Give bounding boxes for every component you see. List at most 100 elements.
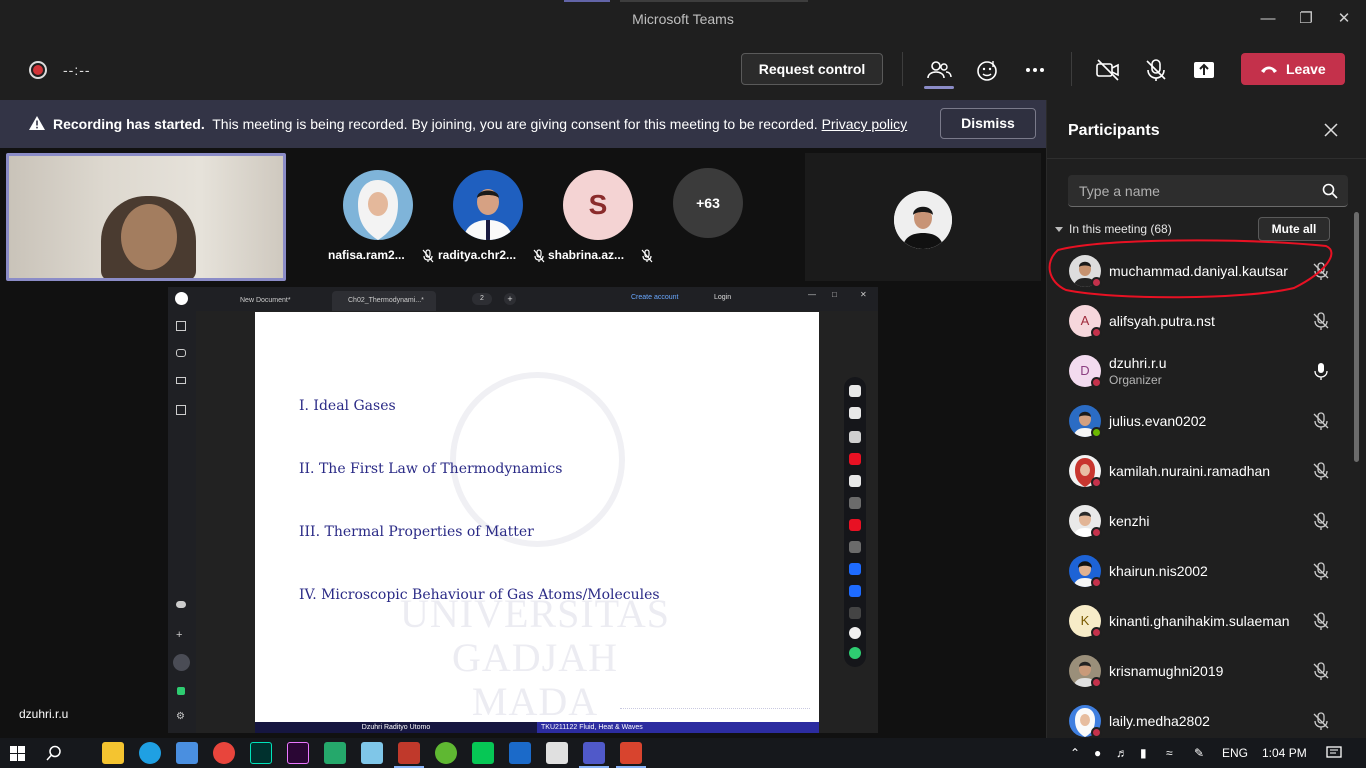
panel-scrollbar[interactable] xyxy=(1354,212,1359,462)
wifi-icon[interactable]: ≈ xyxy=(1166,746,1173,760)
more-options-icon[interactable] xyxy=(1021,56,1049,84)
chevron-up-icon[interactable]: ⌃ xyxy=(1070,746,1080,760)
participants-icon[interactable] xyxy=(925,56,953,84)
cloud-icon[interactable] xyxy=(176,601,186,608)
settings-icon[interactable]: ⚙ xyxy=(176,711,185,722)
close-window-icon[interactable]: ✕ xyxy=(1332,8,1356,30)
language-indicator[interactable]: ENG xyxy=(1222,746,1248,760)
page-indicator[interactable]: 2 xyxy=(472,293,492,305)
windows-start-icon[interactable] xyxy=(10,746,25,761)
overflow-participants[interactable]: +63 xyxy=(658,168,758,238)
participant-row[interactable]: kamilah.nuraini.ramadhan xyxy=(1047,447,1352,497)
toolbar-toggle-icon[interactable] xyxy=(849,647,861,659)
upwork-icon[interactable] xyxy=(435,742,457,764)
app-icon[interactable] xyxy=(620,742,642,764)
red-highlighter-icon[interactable] xyxy=(849,519,861,531)
share-screen-icon[interactable] xyxy=(1190,56,1218,84)
participant-row[interactable]: khairun.nis2002 xyxy=(1047,547,1352,597)
select-tool-icon[interactable] xyxy=(849,407,861,419)
app-icon[interactable] xyxy=(398,742,420,764)
teams-icon[interactable] xyxy=(583,742,605,764)
keyboard-icon[interactable] xyxy=(176,377,186,384)
participant-row[interactable]: D dzuhri.r.u Organizer xyxy=(1047,347,1352,397)
raise-hand-icon[interactable] xyxy=(973,56,1001,84)
title-accent-secondary xyxy=(620,0,808,2)
footer-author: Dzuhri Radityo Utomo xyxy=(255,722,537,733)
restore-icon[interactable]: ❐ xyxy=(1294,8,1318,30)
self-video-tile[interactable] xyxy=(6,153,286,281)
tab-thermodynamics[interactable]: Ch02_Thermodynami...* xyxy=(332,291,436,311)
lasso-icon[interactable] xyxy=(849,607,861,619)
app-minimize-icon[interactable]: — xyxy=(808,290,816,299)
app-restore-icon[interactable]: □ xyxy=(832,290,837,299)
premiere-icon[interactable] xyxy=(287,742,309,764)
search-input[interactable] xyxy=(1079,181,1309,201)
participant-row[interactable]: A alifsyah.putra.nst xyxy=(1047,297,1352,347)
hand-tool-icon[interactable] xyxy=(849,385,861,397)
red-pen-icon[interactable] xyxy=(849,453,861,465)
pages-icon[interactable] xyxy=(176,321,186,331)
app-icon[interactable] xyxy=(546,742,568,764)
store-icon[interactable] xyxy=(176,742,198,764)
beamer-nav-controls[interactable] xyxy=(620,708,810,714)
leave-button[interactable]: Leave xyxy=(1241,53,1345,85)
sync-icon[interactable] xyxy=(173,654,190,671)
participant-tile-large[interactable] xyxy=(805,153,1041,281)
participant-row[interactable]: krisnamughni2019 xyxy=(1047,647,1352,697)
mic-off-icon[interactable] xyxy=(1142,56,1170,84)
eraser-icon[interactable] xyxy=(849,475,861,487)
participant-row[interactable]: K kinanti.ghanihakim.sulaeman xyxy=(1047,597,1352,647)
mic-tray-icon[interactable]: ● xyxy=(1094,746,1101,760)
edge-icon[interactable] xyxy=(139,742,161,764)
create-account-link[interactable]: Create account xyxy=(631,294,678,301)
add-icon[interactable]: + xyxy=(176,629,182,641)
blue-pen-icon[interactable] xyxy=(849,563,861,575)
participant-search[interactable] xyxy=(1068,175,1348,207)
trash-icon[interactable] xyxy=(177,687,185,695)
app-icon[interactable] xyxy=(324,742,346,764)
notes-icon[interactable] xyxy=(361,742,383,764)
camera-off-icon[interactable] xyxy=(1094,56,1122,84)
search-icon[interactable] xyxy=(46,745,62,761)
participant-row[interactable]: kenzhi xyxy=(1047,497,1352,547)
app-icon[interactable] xyxy=(509,742,531,764)
search-icon[interactable] xyxy=(1322,183,1338,199)
recording-banner: Recording has started. This meeting is b… xyxy=(0,100,1046,148)
pen-tool-icon[interactable] xyxy=(849,431,861,443)
binoculars-icon[interactable] xyxy=(176,349,186,357)
color-picker-icon[interactable] xyxy=(849,627,861,639)
audition-icon[interactable] xyxy=(250,742,272,764)
request-control-button[interactable]: Request control xyxy=(741,53,883,85)
notifications-icon[interactable] xyxy=(1326,746,1342,760)
battery-icon[interactable]: ▮ xyxy=(1140,746,1147,760)
add-tab-icon[interactable]: + xyxy=(504,293,516,305)
participant-name: dzuhri.r.u xyxy=(1109,355,1167,371)
pencil-icon[interactable] xyxy=(849,497,861,509)
tab-new-document[interactable]: New Document* xyxy=(224,291,328,311)
participant-tile[interactable]: S shabrina.az... xyxy=(548,170,653,263)
privacy-policy-link[interactable]: Privacy policy xyxy=(822,116,908,132)
save-icon[interactable] xyxy=(176,405,186,415)
file-explorer-icon[interactable] xyxy=(102,742,124,764)
blue-highlighter-icon[interactable] xyxy=(849,585,861,597)
title-bar: Microsoft Teams — ❐ ✕ xyxy=(0,0,1366,38)
gray-pen-icon[interactable] xyxy=(849,541,861,553)
pen-icon[interactable]: ✎ xyxy=(1194,746,1204,760)
line-icon[interactable] xyxy=(472,742,494,764)
participant-tile[interactable]: nafisa.ram2... xyxy=(328,170,434,263)
participant-name: kinanti.ghanihakim.sulaeman xyxy=(1109,613,1290,629)
minimize-icon[interactable]: — xyxy=(1256,8,1280,30)
status-badge xyxy=(1091,727,1102,738)
close-icon[interactable] xyxy=(1323,122,1339,138)
mic-off-icon xyxy=(1313,462,1329,480)
chrome-icon[interactable] xyxy=(213,742,235,764)
participant-name: laily.medha2802 xyxy=(1109,713,1210,729)
in-meeting-section[interactable]: In this meeting (68) xyxy=(1055,222,1172,236)
clock[interactable]: 1:04 PM xyxy=(1262,746,1307,760)
participant-tile[interactable]: raditya.chr2... xyxy=(438,170,545,263)
participant-row[interactable]: julius.evan0202 xyxy=(1047,397,1352,447)
volume-icon[interactable]: ♬ xyxy=(1116,746,1128,760)
dismiss-button[interactable]: Dismiss xyxy=(940,108,1036,139)
login-link[interactable]: Login xyxy=(714,294,731,301)
app-close-icon[interactable]: ✕ xyxy=(860,290,867,299)
